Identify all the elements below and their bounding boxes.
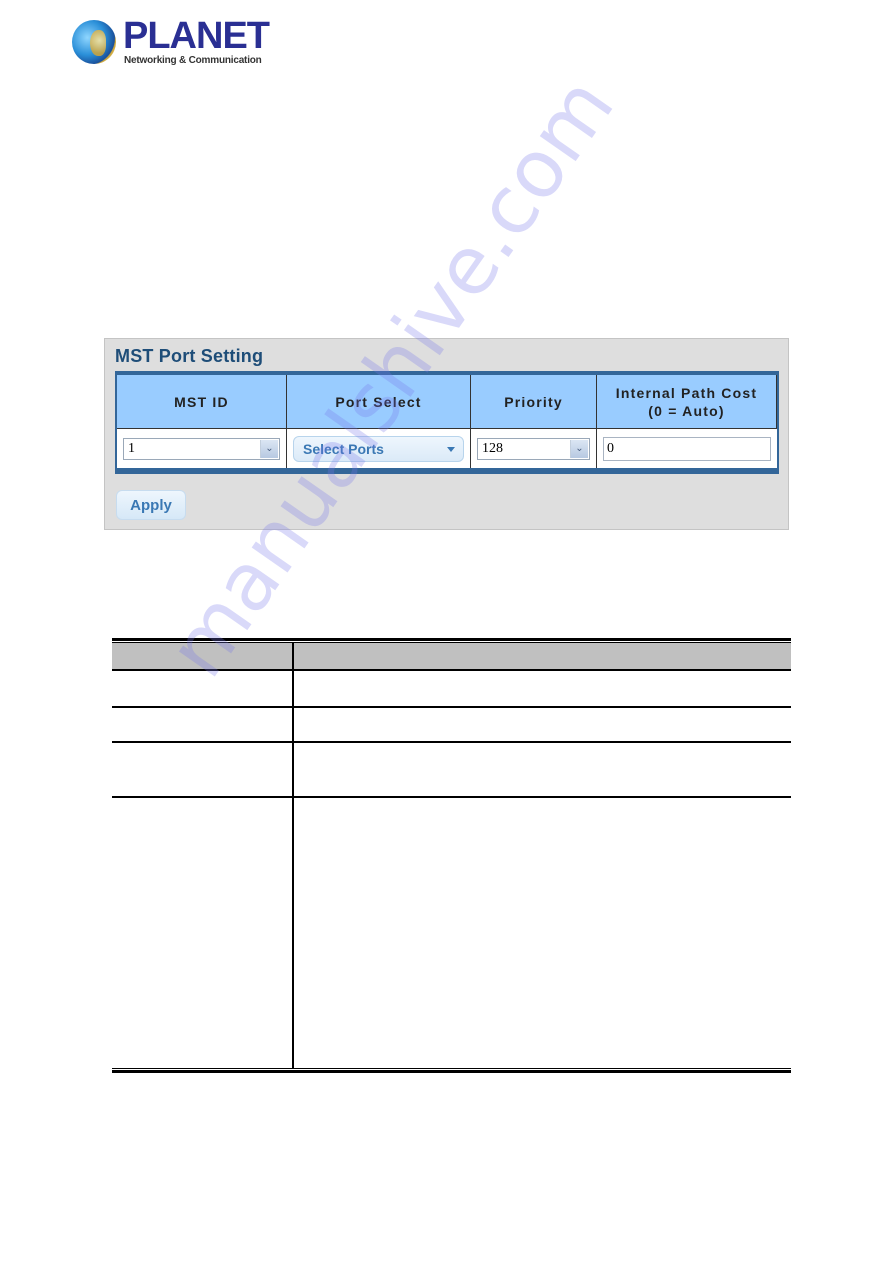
priority-value: 128 (482, 440, 503, 456)
table-header-row (112, 643, 791, 669)
cell-priority: 128 ⌄ (471, 429, 597, 468)
planet-logo: PLANET Networking & Communication (70, 16, 270, 70)
chevron-down-icon[interactable]: ⌄ (570, 439, 588, 458)
table-row-divider (112, 669, 791, 671)
mst-port-setting-table: MST ID Port Select Priority Internal Pat… (115, 371, 779, 474)
column-header-port-select: Port Select (287, 375, 471, 429)
column-header-label: Internal Path Cost (0 = Auto) (616, 384, 757, 420)
table-bottom-rule (112, 1070, 791, 1073)
column-header-label: Port Select (335, 393, 422, 410)
cell-port-select: Select Ports (287, 429, 471, 468)
mst-id-value: 1 (128, 440, 135, 456)
table-top-rule (112, 638, 791, 641)
table-row-divider (112, 796, 791, 798)
chevron-down-icon[interactable]: ⌄ (260, 439, 278, 458)
table-row-divider (112, 706, 791, 708)
globe-icon (72, 20, 116, 64)
column-header-sublabel: (0 = Auto) (648, 402, 725, 419)
logo-name: PLANET (123, 15, 270, 57)
table-column-divider (292, 643, 294, 1068)
caret-down-icon (447, 446, 455, 452)
column-header-internal-path-cost: Internal Path Cost (0 = Auto) (597, 375, 777, 429)
column-header-label: Priority (504, 393, 563, 410)
table-row-divider (112, 741, 791, 743)
cell-mst-id: 1 ⌄ (117, 429, 287, 468)
mst-port-setting-panel: MST Port Setting MST ID Port Select Prio… (104, 338, 789, 530)
column-header-mst-id: MST ID (117, 375, 287, 429)
column-header-label-main: Internal Path Cost (615, 384, 758, 401)
internal-path-cost-input[interactable]: 0 (603, 436, 771, 461)
mst-id-select[interactable]: 1 ⌄ (123, 437, 280, 460)
apply-button[interactable]: Apply (116, 490, 186, 520)
logo-tagline: Networking & Communication (124, 55, 262, 66)
column-header-label: MST ID (174, 393, 229, 410)
column-header-priority: Priority (471, 375, 597, 429)
table-bottom-rule-thin (112, 1068, 791, 1069)
port-select-dropdown[interactable]: Select Ports (293, 435, 464, 462)
priority-select[interactable]: 128 ⌄ (477, 437, 590, 460)
cell-internal-path-cost: 0 (597, 429, 777, 468)
panel-title: MST Port Setting (115, 346, 264, 366)
port-select-value: Select Ports (303, 440, 384, 457)
